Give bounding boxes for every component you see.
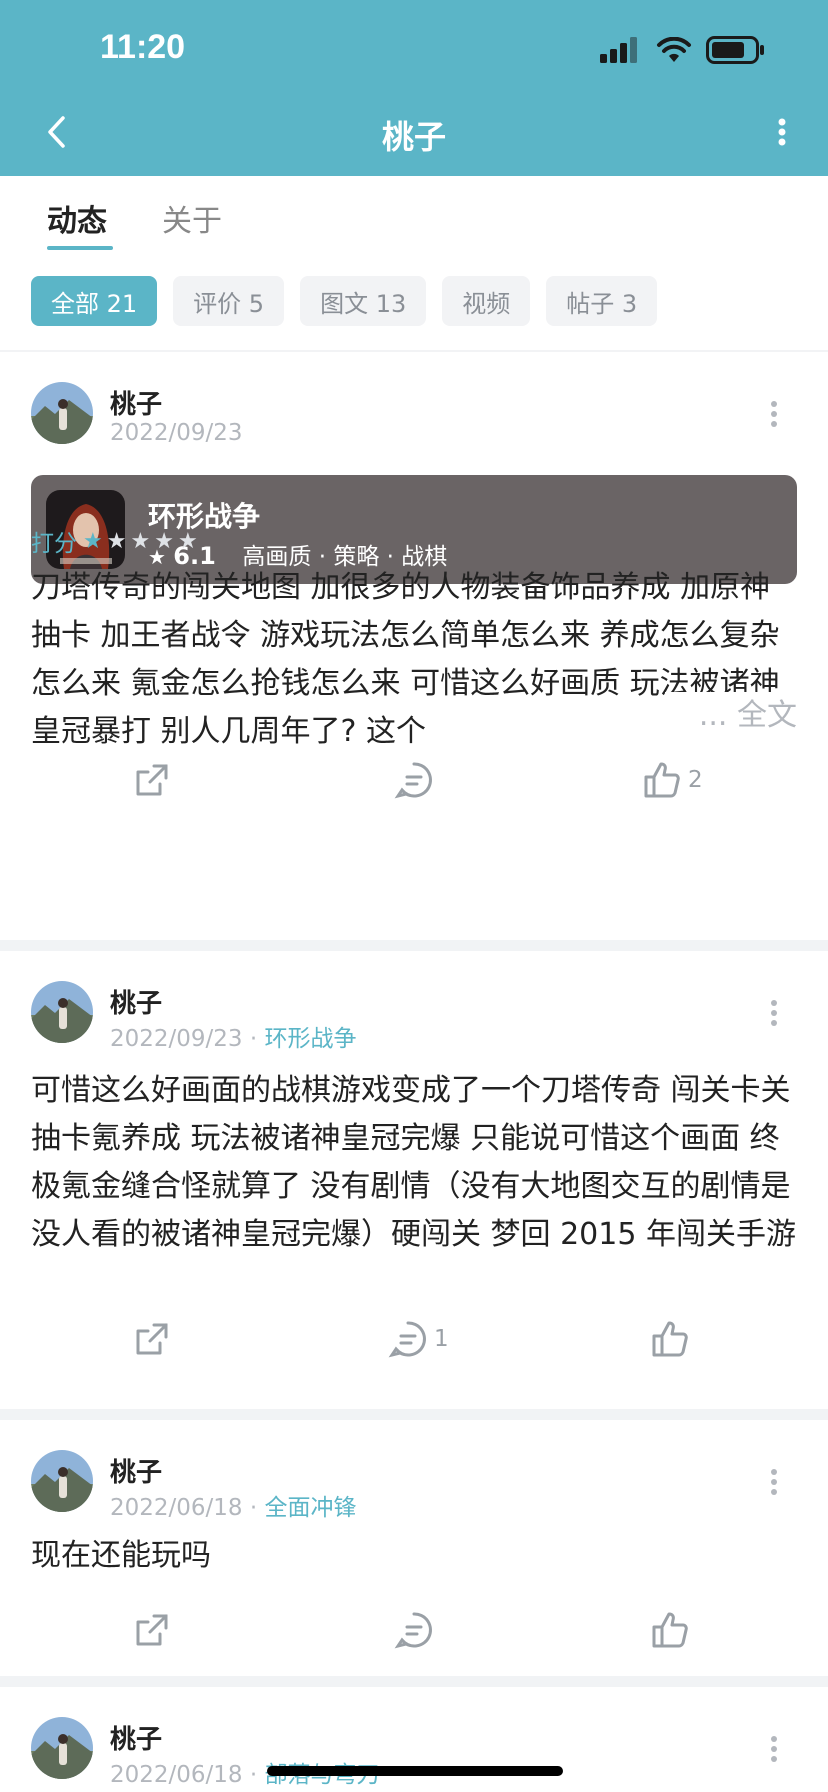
comment-button[interactable] [394,1610,440,1650]
avatar-image [31,1450,93,1512]
feed-post[interactable]: 桃子 2022/06/18 · 部落与弯刀 [0,1687,828,1792]
meta-separator: · [249,1495,265,1521]
page-title: 桃子 [381,118,446,156]
comment-count: 1 [434,1326,449,1352]
section-divider [0,1409,828,1420]
section-divider [0,940,828,951]
section-divider [0,1676,828,1687]
post-body: 现在还能玩吗 [31,1538,211,1573]
read-more-link[interactable]: ... 全文 [665,692,797,740]
star-empty-icon: ★ [106,528,127,554]
game-link[interactable]: 全面冲锋 [265,1495,357,1521]
post-date: 2022/06/18 [110,1762,243,1788]
star-empty-icon: ★ [130,528,151,554]
filter-all[interactable]: 全部 21 [31,276,158,326]
avatar-image [31,981,93,1043]
feed-post[interactable]: 桃子 2022/09/23 · 环形战争 可惜这么好画面的战棋游戏变成了一个刀塔… [0,951,828,1409]
thumbs-up-icon [652,1321,688,1357]
more-vertical-icon [778,118,786,146]
like-button[interactable]: 2 [642,760,703,800]
tab-indicator [47,246,113,250]
tab-bar: 动态 关于 [0,176,828,266]
share-icon [136,1323,168,1355]
star-empty-icon: ★ [177,528,198,554]
author-name[interactable]: 桃子 [110,1719,162,1756]
post-date: 2022/09/23 [110,1026,243,1052]
share-button[interactable] [132,760,172,800]
post-meta: 2022/06/18 · 全面冲锋 [110,1488,357,1522]
meta-separator: · [249,1026,265,1052]
home-indicator[interactable] [267,1766,563,1776]
tab-activity[interactable]: 动态 [47,196,107,240]
feed-post[interactable]: 桃子 2022/09/23 环形战争 ★ 6.1 高画质 · 策略 · 战棋 打… [0,352,828,940]
more-vertical-icon [771,1469,777,1495]
author-name[interactable]: 桃子 [110,1452,162,1489]
rating-row: 打分 ★ ★ ★ ★ ★ [31,524,198,558]
share-button[interactable] [132,1610,172,1650]
share-icon [136,764,168,796]
post-more-button[interactable] [770,400,778,428]
signal-icon [600,37,637,63]
comment-icon [394,1612,432,1649]
post-text[interactable]: 可惜这么好画面的战棋游戏变成了一个刀塔传奇 闯关卡关抽卡氪养成 玩法被诸神皇冠完… [31,1067,797,1259]
more-vertical-icon [771,1000,777,1026]
comment-icon [394,762,432,799]
post-more-button[interactable] [770,1735,778,1763]
avatar[interactable] [31,382,93,444]
post-actions [0,1602,828,1662]
app-header: 11:20 桃子 [0,0,828,176]
filter-posts[interactable]: 帖子 3 [546,276,658,326]
comment-button[interactable]: 1 [388,1319,449,1359]
filter-video[interactable]: 视频 [442,276,531,326]
like-button[interactable] [650,1319,696,1359]
rating-stars: ★ ★ ★ ★ ★ [83,529,198,554]
avatar[interactable] [31,981,93,1043]
like-count: 2 [688,767,703,793]
wifi-icon [657,37,691,62]
filter-chips: 全部 21 评价 5 图文 13 视频 帖子 3 [31,276,658,326]
share-button[interactable] [132,1319,172,1359]
author-name[interactable]: 桃子 [110,384,162,421]
filter-image-text[interactable]: 图文 13 [300,276,427,326]
header-more-button[interactable] [772,112,792,152]
filter-reviews[interactable]: 评价 5 [173,276,285,326]
thumbs-up-icon [644,762,680,798]
post-actions: 2 [0,752,828,812]
post-date: 2022/06/18 [110,1495,243,1521]
star-empty-icon: ★ [154,528,174,554]
star-filled-icon: ★ [83,528,103,554]
avatar[interactable] [31,1450,93,1512]
avatar-image [31,1717,93,1779]
post-meta: 2022/09/23 · 环形战争 [110,1019,357,1053]
comment-icon [388,1321,426,1358]
avatar-image [31,382,93,444]
battery-icon [706,36,764,64]
more-vertical-icon [771,401,777,427]
full-text-label: ... 全文 [698,698,797,733]
like-button[interactable] [650,1610,696,1650]
tab-about[interactable]: 关于 [162,196,222,240]
more-vertical-icon [771,1736,777,1762]
post-date: 2022/09/23 [110,420,243,446]
feed-post[interactable]: 桃子 2022/06/18 · 全面冲锋 现在还能玩吗 [0,1420,828,1676]
avatar[interactable] [31,1717,93,1779]
post-more-button[interactable] [770,1468,778,1496]
game-link[interactable]: 环形战争 [265,1026,357,1052]
status-icons [600,30,766,70]
status-time: 11:20 [100,28,186,66]
share-icon [136,1614,168,1646]
comment-button[interactable] [394,760,440,800]
meta-separator: · [249,1762,265,1788]
author-name[interactable]: 桃子 [110,983,162,1020]
post-more-button[interactable] [770,999,778,1027]
post-actions: 1 [0,1311,828,1371]
post-text[interactable]: 现在还能玩吗 [31,1532,797,1580]
thumbs-up-icon [652,1612,688,1648]
post-body: 可惜这么好画面的战棋游戏变成了一个刀塔传奇 闯关卡关抽卡氪养成 玩法被诸神皇冠完… [31,1073,796,1252]
rating-label: 打分 [31,531,77,557]
